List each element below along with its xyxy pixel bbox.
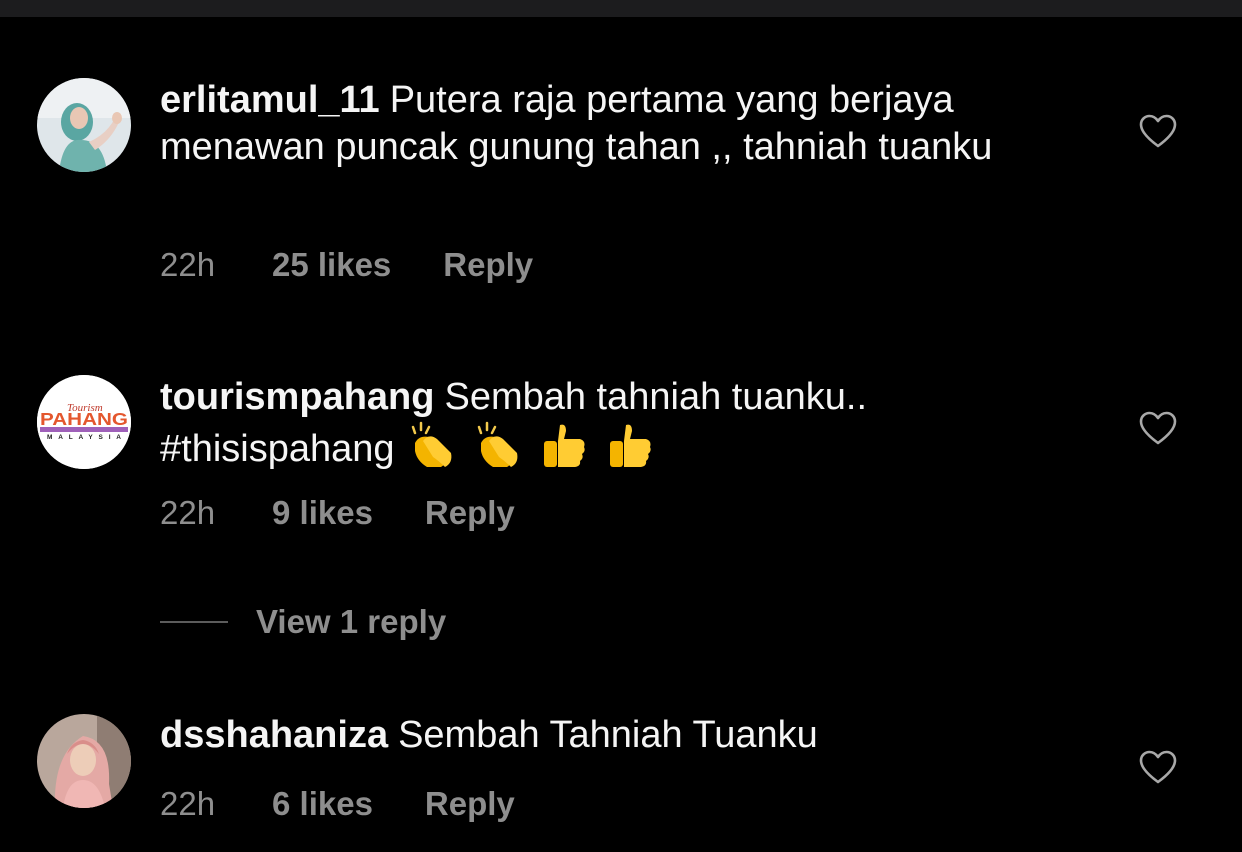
comment-text: erlitamul_11 Putera raja pertama yang ber…	[160, 77, 1080, 171]
comment-likes-count[interactable]: 9 likes	[272, 493, 373, 533]
like-heart-icon[interactable]	[1139, 411, 1177, 445]
view-replies-label[interactable]: View 1 reply	[256, 603, 446, 640]
clapping-hands-icon	[477, 421, 518, 467]
avatar-photo-icon	[37, 78, 131, 172]
comment-text: dsshahaniza Sembah Tahniah Tuanku	[160, 712, 1080, 759]
comment-timestamp: 22h	[160, 785, 216, 822]
reply-button[interactable]: Reply	[443, 245, 533, 285]
reply-button[interactable]: Reply	[425, 784, 515, 824]
clapping-hands-icon	[411, 421, 451, 467]
comment-username[interactable]: dsshahaniza	[160, 714, 388, 756]
like-heart-icon[interactable]	[1139, 114, 1177, 148]
comment-username[interactable]: erlitamul_11	[160, 79, 380, 121]
reply-button[interactable]: Reply	[425, 493, 515, 533]
emoji-group	[405, 421, 661, 481]
tourism-pahang-logo-icon: Tourism PAHANG MALAYSIA	[37, 375, 131, 469]
comment-text: tourismpahang Sembah tahniah tuanku.. #th…	[160, 374, 1080, 481]
thumbs-up-icon	[543, 424, 585, 467]
replies-divider-line	[160, 621, 228, 623]
view-replies-button[interactable]: View 1 reply	[160, 603, 446, 643]
comment-meta: 22h 25 likes Reply	[160, 245, 533, 285]
like-heart-icon[interactable]	[1139, 750, 1177, 784]
comment-timestamp: 22h	[160, 246, 216, 283]
avatar[interactable]	[37, 714, 131, 808]
avatar[interactable]: Tourism PAHANG MALAYSIA	[37, 375, 131, 469]
comment-likes-count[interactable]: 6 likes	[272, 784, 373, 824]
comment-meta: 22h 9 likes Reply	[160, 493, 515, 533]
thumbs-up-icon	[610, 424, 651, 467]
logo-main-text: PAHANG	[40, 409, 128, 429]
top-bar-edge	[0, 0, 1242, 17]
comment-meta: 22h 6 likes Reply	[160, 784, 515, 824]
avatar-photo-icon	[37, 714, 131, 808]
comment-timestamp: 22h	[160, 494, 216, 531]
avatar[interactable]	[37, 78, 131, 172]
comment-body: Sembah Tahniah Tuanku	[398, 714, 818, 756]
comment-likes-count[interactable]: 25 likes	[272, 245, 391, 285]
comment-username[interactable]: tourismpahang	[160, 376, 434, 418]
